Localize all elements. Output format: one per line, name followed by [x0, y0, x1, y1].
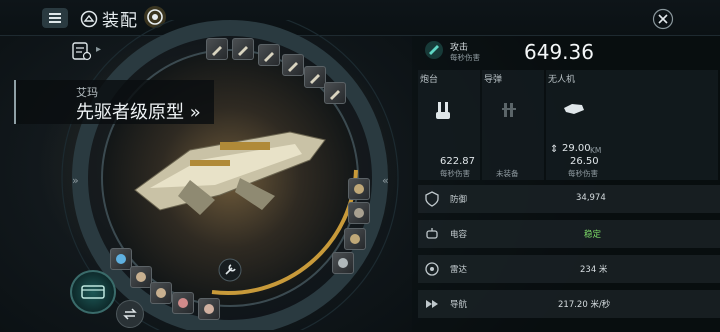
ship-name-chevron: » — [189, 102, 201, 123]
close-icon[interactable] — [652, 8, 674, 30]
drone-label: 无人机 — [548, 75, 576, 85]
attack-value: 649.36 — [524, 40, 594, 64]
drone-range-icon: ⇕ — [550, 144, 559, 155]
module-slot[interactable] — [232, 38, 254, 60]
stat-value: 34,974 — [576, 193, 606, 203]
left-chevron-icon[interactable]: » — [72, 174, 79, 187]
module-icon — [350, 234, 360, 244]
module-slot[interactable] — [332, 252, 354, 274]
ship-name: 先驱者级原型 » — [76, 98, 201, 124]
drone-icon — [564, 104, 584, 114]
drone-range: 29.00 — [562, 143, 591, 154]
capacitor-icon — [426, 228, 438, 239]
turret-dps: 622.87 — [440, 156, 475, 167]
radar-icon — [425, 262, 439, 276]
module-icon — [288, 62, 298, 72]
module-slot[interactable] — [348, 178, 370, 200]
turret-icon — [436, 102, 450, 119]
swap-icon — [123, 308, 137, 320]
stat-label: 电容 — [450, 230, 468, 240]
navigation-icon — [426, 300, 438, 308]
module-slot[interactable] — [324, 82, 346, 104]
stat-row-capacitor[interactable]: 电容 稳定 — [418, 220, 720, 248]
cargo-icon — [81, 285, 105, 299]
module-icon — [330, 90, 340, 100]
stat-row-radar[interactable]: 雷达 234 米 — [418, 255, 720, 283]
skin-button[interactable] — [116, 300, 144, 328]
module-icon — [354, 184, 364, 194]
missile-label: 导弹 — [484, 75, 503, 85]
module-slot[interactable] — [348, 202, 370, 224]
module-icon — [116, 254, 126, 264]
module-slot[interactable] — [172, 292, 194, 314]
stat-value: 稳定 — [584, 230, 602, 240]
module-icon — [178, 298, 188, 308]
module-icon — [156, 288, 166, 298]
ship-module-button[interactable] — [70, 270, 116, 314]
stat-value: 234 米 — [580, 265, 608, 275]
missile-icon — [502, 103, 516, 117]
module-slot[interactable] — [150, 282, 172, 304]
module-icon — [212, 46, 222, 56]
attack-sub: 每秒伤害 — [450, 53, 480, 62]
missile-sub: 未装备 — [496, 169, 519, 178]
module-icon — [338, 258, 348, 268]
drone-range-unit: KM — [590, 146, 602, 155]
module-slot[interactable] — [130, 266, 152, 288]
module-icon — [204, 304, 214, 314]
stat-row-navigation[interactable]: 导航 217.20 米/秒 — [418, 290, 720, 318]
module-icon — [136, 272, 146, 282]
module-slot[interactable] — [344, 228, 366, 250]
stat-value: 217.20 米/秒 — [558, 300, 611, 310]
stat-label: 导航 — [450, 300, 468, 310]
module-slot[interactable] — [110, 248, 132, 270]
drone-sub: 每秒伤害 — [568, 169, 598, 178]
missile-column[interactable] — [482, 70, 544, 180]
attack-icon — [425, 41, 443, 59]
right-chevron-icon[interactable]: « — [382, 174, 389, 187]
turret-sub: 每秒伤害 — [440, 169, 470, 178]
drone-dps: 26.50 — [570, 156, 599, 167]
stat-row-defense[interactable]: 防御 34,974 — [418, 185, 720, 213]
wrench-icon[interactable] — [218, 258, 242, 282]
ship-name-text: 先驱者级原型 — [76, 102, 184, 123]
module-slot[interactable] — [198, 298, 220, 320]
module-icon — [238, 46, 248, 56]
module-slot[interactable] — [304, 66, 326, 88]
module-slot[interactable] — [258, 44, 280, 66]
turret-label: 炮台 — [420, 75, 439, 85]
module-icon — [310, 74, 320, 84]
shield-icon — [425, 191, 439, 207]
stat-label: 雷达 — [450, 265, 468, 275]
module-slot[interactable] — [282, 54, 304, 76]
module-icon — [354, 208, 364, 218]
module-slot[interactable] — [206, 38, 228, 60]
module-icon — [264, 52, 274, 62]
stat-label: 防御 — [450, 195, 468, 205]
